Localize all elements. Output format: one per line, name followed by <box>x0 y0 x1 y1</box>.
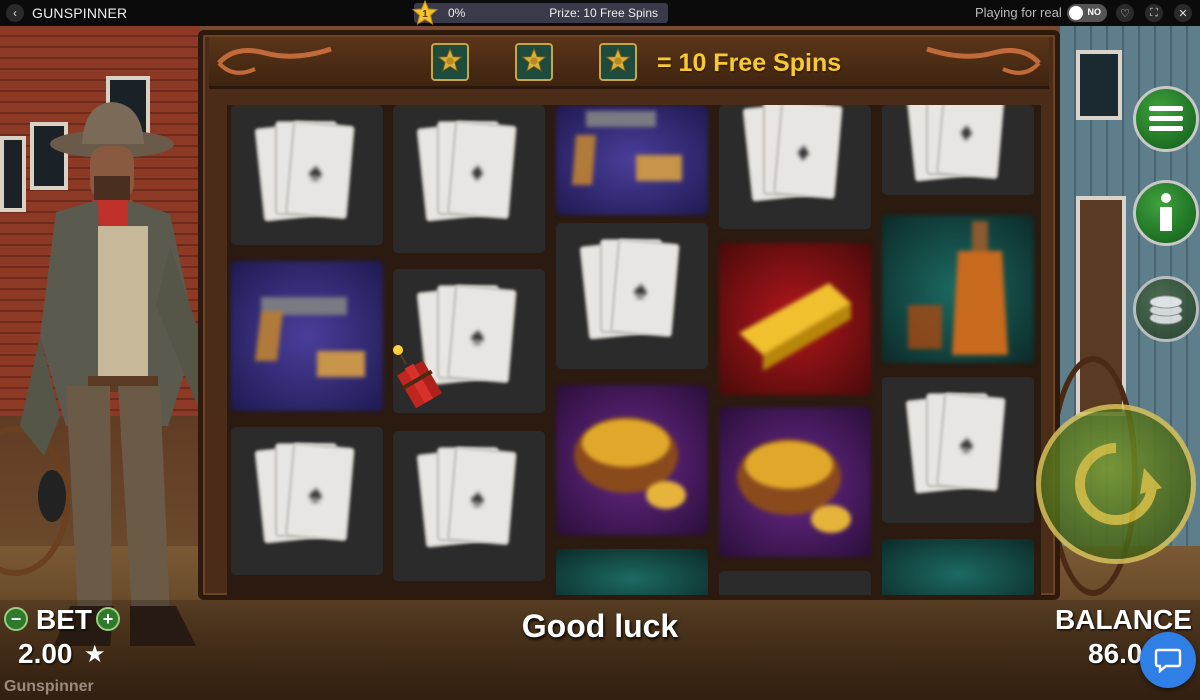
top-bar: ‹ GUNSPINNER 1 0% Prize: 10 Free Spins P… <box>0 0 1200 26</box>
reel-4: ♦ <box>715 105 875 595</box>
building-window <box>1076 50 1122 120</box>
scroll-ornament <box>926 46 1041 75</box>
card-stack: ♦ <box>905 105 1006 185</box>
sheriff-badge-icon <box>431 43 469 81</box>
free-spins-banner: = 10 Free Spins <box>209 37 1049 89</box>
card-symbol: ♠ <box>231 427 383 575</box>
toggle-label: NO <box>1087 7 1102 17</box>
heart-icon[interactable]: ♡ <box>1116 4 1134 22</box>
coins-button[interactable] <box>1133 276 1199 342</box>
app-title: GUNSPINNER <box>32 5 128 21</box>
level-star-icon: 1 <box>412 0 438 26</box>
menu-button[interactable] <box>1133 86 1199 152</box>
card-symbol: ♦ <box>882 105 1034 195</box>
progress-percent: 0% <box>448 6 466 20</box>
whisky-symbol <box>882 215 1034 363</box>
card-stack: ♦ <box>416 119 517 222</box>
card-stack: ♠ <box>416 445 517 548</box>
game-name: Gunspinner <box>4 678 94 695</box>
dynamite-icon <box>393 345 442 408</box>
card-symbol: ♠ <box>393 431 545 581</box>
balance-label: BALANCE <box>1055 604 1192 635</box>
card-stack: ♦ <box>742 105 843 205</box>
chat-icon <box>1154 648 1182 674</box>
spin-arrows-icon <box>1075 443 1162 525</box>
card-stack: ♠ <box>579 237 680 340</box>
sheriff-badge-icon <box>515 43 553 81</box>
status-message: Good luck <box>521 608 679 644</box>
gold-nugget-bowl-symbol <box>556 385 708 535</box>
info-icon <box>1160 193 1172 231</box>
card-symbol <box>719 571 871 595</box>
card-stack: ♠ <box>254 441 355 544</box>
level-number: 1 <box>422 9 428 20</box>
card-symbol: ♠ <box>882 377 1034 523</box>
balance-value: 86.0 <box>1088 638 1143 669</box>
coins-icon <box>1149 295 1183 325</box>
revolver-symbol <box>231 261 383 411</box>
close-icon[interactable]: ✕ <box>1174 4 1192 22</box>
reel-5: ♦ ♠ <box>878 105 1038 595</box>
reel-frame: = 10 Free Spins ♠ ♠ ♦ ♠ ♠ ♠ ♦ ♦ ♠ <box>198 30 1060 600</box>
gold-nugget-bowl-symbol <box>719 407 871 557</box>
reel-1: ♠ ♠ <box>227 105 387 595</box>
real-money-toggle[interactable]: NO <box>1067 4 1107 22</box>
card-stack: ♠ <box>254 119 355 222</box>
card-symbol: ♦ <box>393 105 545 253</box>
chevron-left-icon[interactable]: ‹ <box>6 4 24 22</box>
revolver-symbol <box>556 105 708 215</box>
reels-area: ♠ ♠ ♦ ♠ ♠ ♠ ♦ ♦ ♠ <box>227 105 1041 595</box>
card-symbol: ♠ <box>231 105 383 245</box>
card-symbol: ♠ <box>556 223 708 369</box>
toggle-knob <box>1069 6 1083 20</box>
card-stack: ♠ <box>905 391 1006 494</box>
gold-bar-symbol <box>719 243 871 395</box>
reel-3: ♠ <box>552 105 712 595</box>
free-spins-text: = 10 Free Spins <box>657 49 842 77</box>
info-button[interactable] <box>1133 180 1199 246</box>
spin-button[interactable] <box>1036 404 1196 564</box>
playing-for-real-label: Playing for real <box>975 5 1062 20</box>
whisky-symbol <box>882 539 1034 595</box>
hamburger-icon <box>1149 106 1183 131</box>
prize-progress-bar: 1 0% Prize: 10 Free Spins <box>412 0 668 26</box>
scroll-ornament <box>217 46 332 75</box>
prize-text: Prize: 10 Free Spins <box>549 6 658 20</box>
chat-button[interactable] <box>1140 632 1196 688</box>
sheriff-badge-icon <box>599 43 637 81</box>
card-symbol: ♦ <box>719 105 871 229</box>
whisky-symbol <box>556 549 708 595</box>
fullscreen-icon[interactable]: ⛶ <box>1145 4 1163 22</box>
